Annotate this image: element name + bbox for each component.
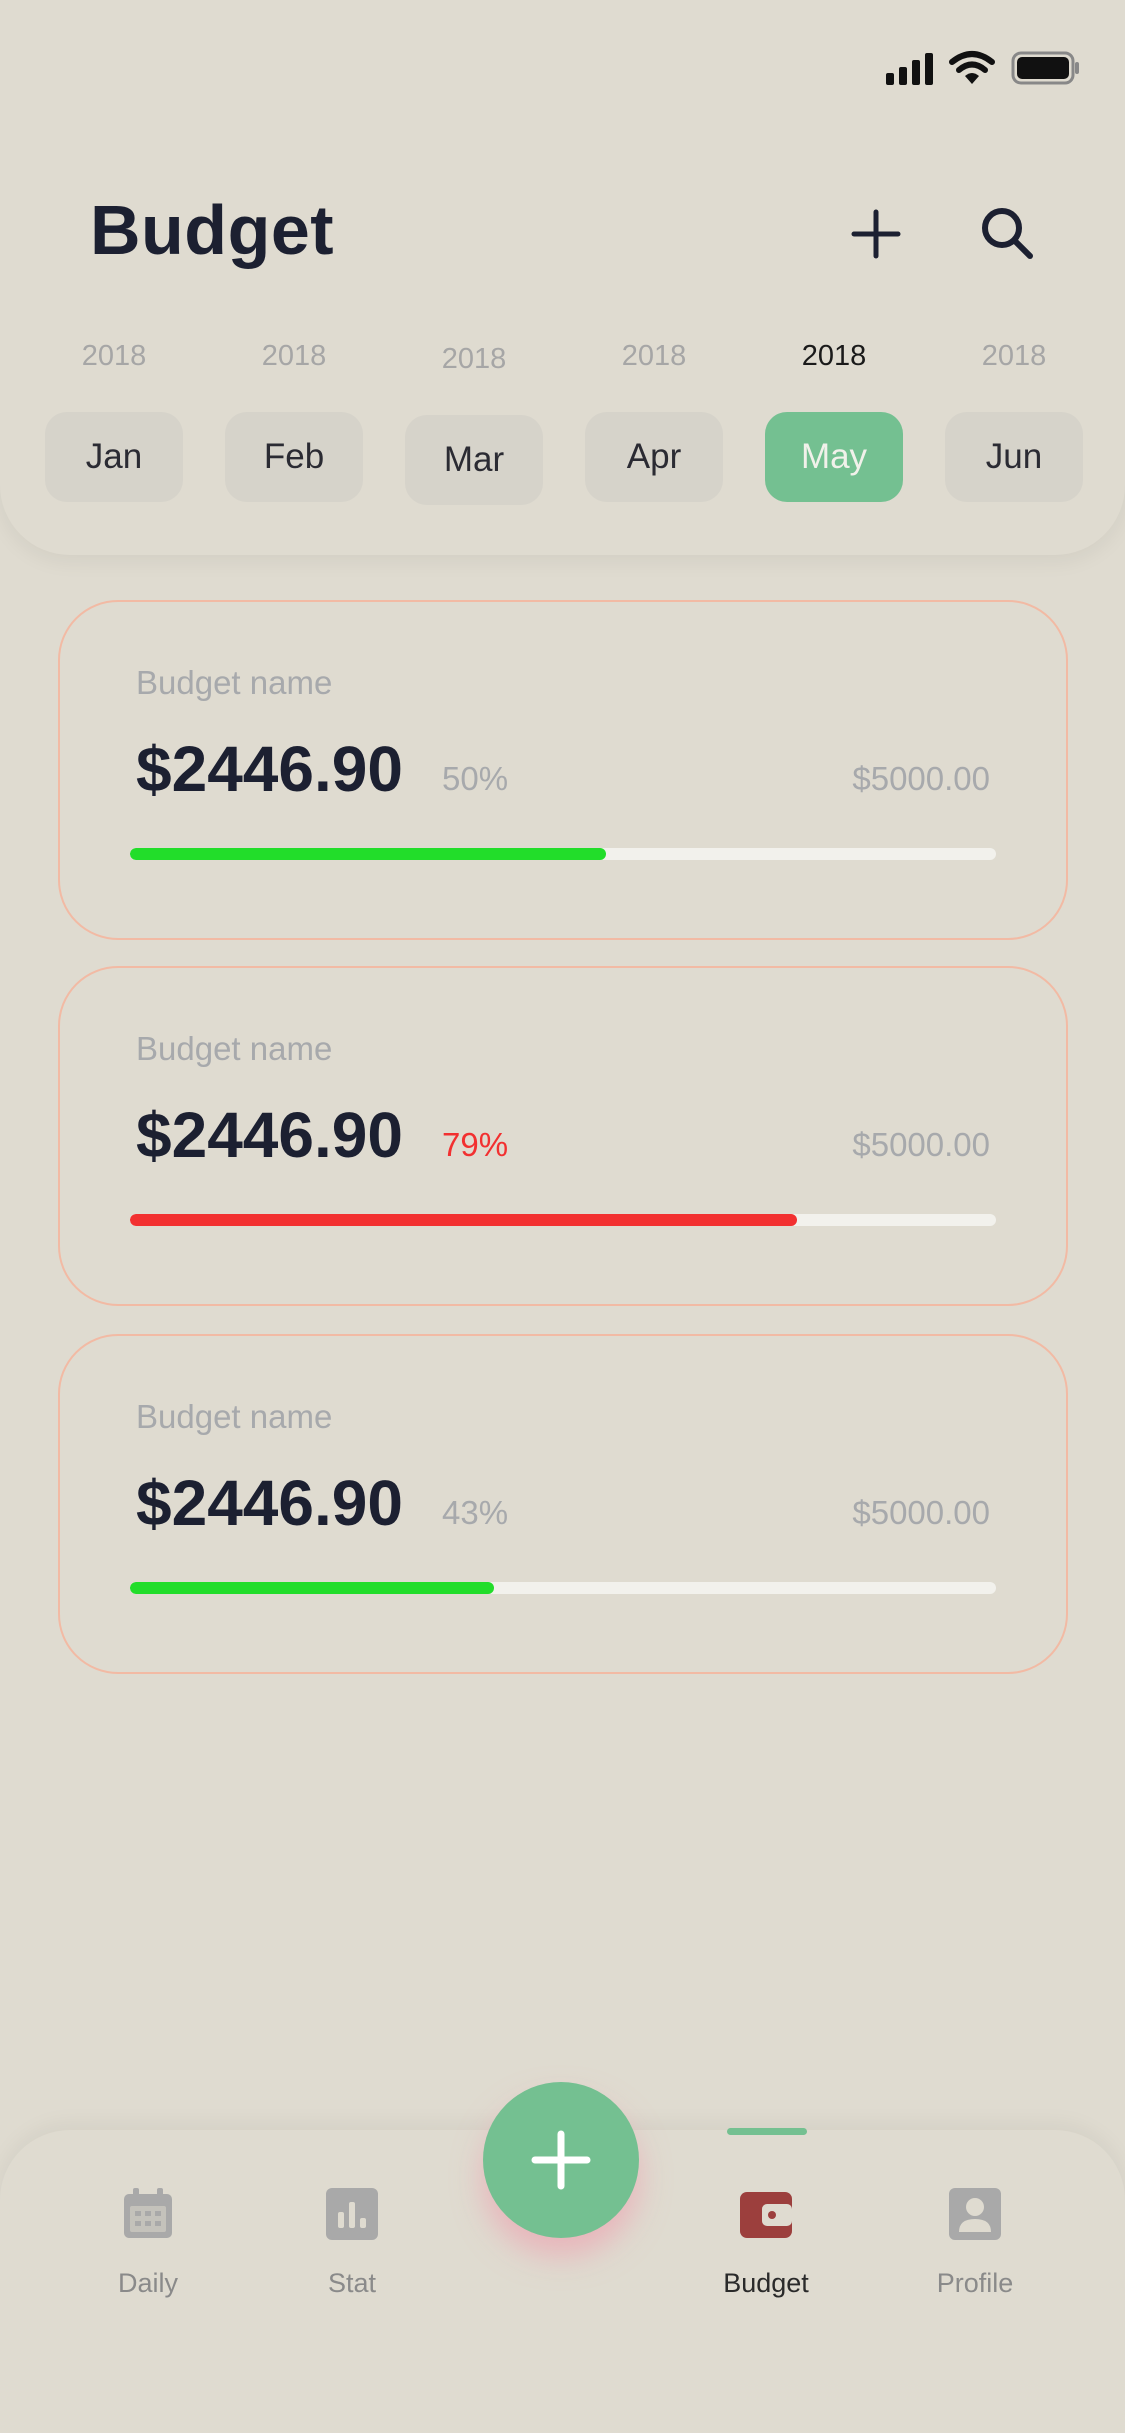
month-year: 2018 [621, 340, 687, 372]
month-year: 2018 [441, 343, 507, 375]
month-year: 2018 [81, 340, 147, 372]
budget-limit: $5000.00 [852, 1494, 990, 1531]
month-jan[interactable]: 2018 Jan [45, 340, 183, 505]
progress-fill [130, 1214, 797, 1226]
add-transaction-button[interactable] [483, 2082, 639, 2238]
page-title: Budget [90, 191, 335, 269]
month-feb[interactable]: 2018 Feb [225, 340, 363, 505]
nav-label: Daily [117, 2268, 178, 2298]
budget-name: Budget name [136, 1398, 333, 1435]
status-bar [886, 48, 1081, 88]
month-selector: 2018 Jan 2018 Feb 2018 Mar 2018 Apr 2018… [45, 340, 1085, 505]
budget-screen: Budget 2018 Jan 2018 Feb 2018 Mar 2018 A… [0, 0, 1125, 2433]
budget-card[interactable]: Budget name $2446.90 79% $5000.00 [58, 966, 1068, 1306]
budget-spent-amount: $2446.90 [136, 733, 403, 805]
battery-icon [1011, 50, 1081, 86]
budget-card[interactable]: Budget name $2446.90 43% $5000.00 [58, 1334, 1068, 1674]
budget-card[interactable]: Budget name $2446.90 50% $5000.00 [58, 600, 1068, 940]
nav-item-daily[interactable]: Daily [58, 2176, 238, 2316]
progress-bar [130, 848, 996, 860]
month-year: 2018 [801, 340, 867, 372]
header-panel: Budget 2018 Jan 2018 Feb 2018 Mar 2018 A… [0, 0, 1125, 555]
progress-bar [130, 1582, 996, 1594]
month-year: 2018 [981, 340, 1047, 372]
month-jun[interactable]: 2018 Jun [945, 340, 1083, 505]
budget-spent-amount: $2446.90 [136, 1467, 403, 1539]
signal-icon [886, 51, 933, 85]
active-tab-indicator [727, 2128, 807, 2135]
budget-name: Budget name [136, 1030, 333, 1067]
month-may[interactable]: 2018 May [765, 340, 903, 505]
wifi-icon [949, 50, 995, 86]
progress-fill [130, 1582, 494, 1594]
budget-spent-amount: $2446.90 [136, 1099, 403, 1171]
nav-label: Budget [723, 2268, 809, 2298]
budget-percent: 50% [442, 760, 509, 797]
month-chip[interactable]: Jan [45, 412, 183, 502]
progress-fill [130, 848, 607, 860]
nav-item-profile[interactable]: Profile [885, 2176, 1065, 2316]
month-chip[interactable]: Mar [405, 415, 543, 505]
profile-icon [947, 2186, 1003, 2242]
progress-bar [130, 1214, 996, 1226]
month-year: 2018 [261, 340, 327, 372]
budget-percent: 43% [442, 1494, 509, 1531]
add-budget-icon[interactable] [848, 206, 904, 262]
budget-name: Budget name [136, 664, 333, 701]
budget-limit: $5000.00 [852, 760, 990, 797]
nav-label: Profile [936, 2268, 1014, 2298]
month-chip[interactable]: Feb [225, 412, 363, 502]
budget-limit: $5000.00 [852, 1126, 990, 1163]
month-chip[interactable]: Apr [585, 412, 723, 502]
nav-item-stat[interactable]: Stat [262, 2176, 442, 2316]
month-chip[interactable]: May [765, 412, 903, 502]
month-mar[interactable]: 2018 Mar [405, 343, 543, 508]
search-icon[interactable] [978, 204, 1036, 262]
month-apr[interactable]: 2018 Apr [585, 340, 723, 505]
calendar-icon [120, 2186, 176, 2242]
plus-icon [531, 2130, 591, 2190]
budget-percent: 79% [442, 1126, 509, 1163]
nav-item-budget[interactable]: Budget [676, 2176, 856, 2316]
bar-chart-icon [324, 2186, 380, 2242]
wallet-icon [738, 2186, 794, 2242]
nav-label: Stat [327, 2268, 377, 2298]
month-chip[interactable]: Jun [945, 412, 1083, 502]
